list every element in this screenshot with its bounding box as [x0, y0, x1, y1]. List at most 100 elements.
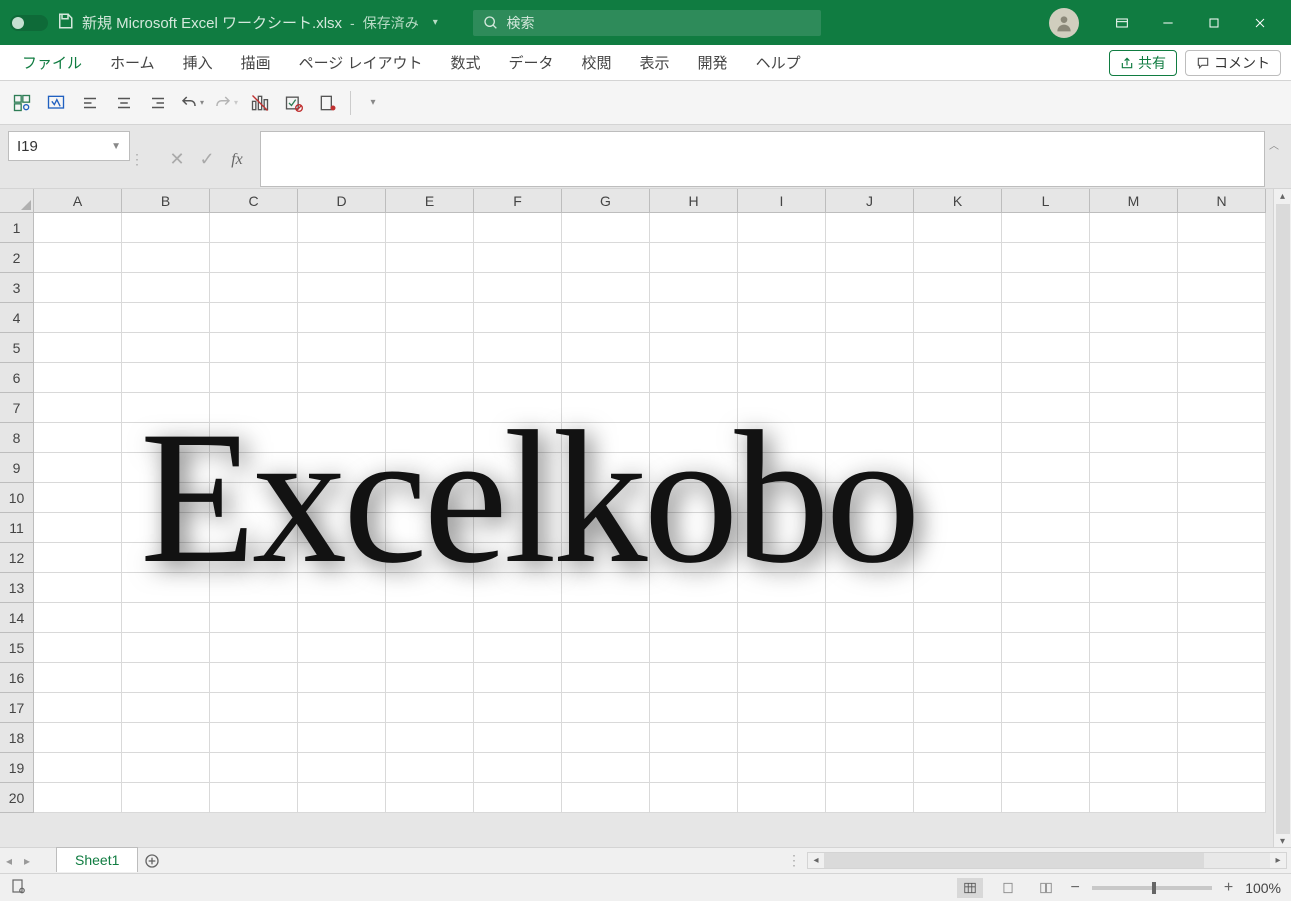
cell[interactable] [386, 363, 474, 393]
cell[interactable] [1178, 303, 1266, 333]
cell[interactable] [386, 573, 474, 603]
cell[interactable] [474, 213, 562, 243]
add-sheet-button[interactable] [138, 848, 166, 873]
vertical-scrollbar[interactable]: ▴ ▾ [1273, 189, 1291, 847]
cell[interactable] [1178, 333, 1266, 363]
cell[interactable] [34, 273, 122, 303]
cell[interactable] [474, 243, 562, 273]
cell[interactable] [1002, 213, 1090, 243]
cell[interactable] [826, 513, 914, 543]
cell[interactable] [562, 243, 650, 273]
cell[interactable] [1002, 513, 1090, 543]
row-header[interactable]: 13 [0, 573, 34, 603]
cell[interactable] [34, 753, 122, 783]
cell[interactable] [914, 273, 1002, 303]
cell[interactable] [122, 333, 210, 363]
cell[interactable] [826, 603, 914, 633]
cell[interactable] [298, 513, 386, 543]
cell[interactable] [474, 423, 562, 453]
cell[interactable] [210, 303, 298, 333]
cell[interactable] [210, 693, 298, 723]
cell[interactable] [826, 453, 914, 483]
cell[interactable] [298, 213, 386, 243]
cell[interactable] [1090, 543, 1178, 573]
cell[interactable] [210, 753, 298, 783]
name-box-more-icon[interactable]: ⋮ [130, 151, 144, 168]
cell[interactable] [562, 423, 650, 453]
pagelayout-view-button[interactable] [995, 878, 1021, 898]
cell[interactable] [1090, 333, 1178, 363]
cell[interactable] [650, 753, 738, 783]
cell[interactable] [386, 783, 474, 813]
cell[interactable] [562, 393, 650, 423]
scroll-down-icon[interactable]: ▾ [1280, 836, 1285, 847]
qat-check-icon[interactable] [282, 91, 306, 115]
cell[interactable] [210, 393, 298, 423]
cell[interactable] [34, 483, 122, 513]
redo-button[interactable] [214, 91, 238, 115]
zoom-slider[interactable] [1092, 886, 1212, 890]
cell[interactable] [386, 273, 474, 303]
cell[interactable] [298, 723, 386, 753]
cell[interactable] [386, 423, 474, 453]
cell[interactable] [298, 303, 386, 333]
undo-button[interactable] [180, 91, 204, 115]
cell[interactable] [210, 723, 298, 753]
row-header[interactable]: 20 [0, 783, 34, 813]
row-header[interactable]: 9 [0, 453, 34, 483]
cell[interactable] [34, 213, 122, 243]
cell[interactable] [474, 363, 562, 393]
cell[interactable] [1090, 273, 1178, 303]
column-header[interactable]: K [914, 189, 1002, 213]
tab-formulas[interactable]: 数式 [436, 45, 494, 81]
cell[interactable] [826, 723, 914, 753]
minimize-button[interactable] [1145, 0, 1191, 45]
enter-formula-button[interactable]: ✓ [192, 145, 222, 175]
cell[interactable] [386, 603, 474, 633]
row-header[interactable]: 12 [0, 543, 34, 573]
cell[interactable] [1002, 543, 1090, 573]
cell[interactable] [1090, 783, 1178, 813]
cell[interactable] [738, 723, 826, 753]
cell[interactable] [474, 303, 562, 333]
cell[interactable] [1002, 753, 1090, 783]
ribbon-display-button[interactable] [1099, 0, 1145, 45]
zoom-out-button[interactable]: − [1071, 879, 1080, 897]
cell[interactable] [474, 723, 562, 753]
cell[interactable] [650, 393, 738, 423]
hscroll-grip-icon[interactable]: ⋮ [787, 852, 807, 869]
search-box[interactable]: 検索 [473, 10, 821, 36]
qat-vba-icon[interactable] [44, 91, 68, 115]
cell[interactable] [298, 333, 386, 363]
cell[interactable] [650, 213, 738, 243]
cell[interactable] [122, 543, 210, 573]
scroll-left-icon[interactable]: ◂ [808, 855, 824, 866]
cell[interactable] [738, 363, 826, 393]
cell[interactable] [474, 783, 562, 813]
cell[interactable] [826, 783, 914, 813]
cell[interactable] [1090, 393, 1178, 423]
cell[interactable] [298, 663, 386, 693]
cell[interactable] [826, 243, 914, 273]
tab-help[interactable]: ヘルプ [742, 45, 815, 81]
cell[interactable] [1178, 543, 1266, 573]
column-header[interactable]: I [738, 189, 826, 213]
cell[interactable] [1178, 393, 1266, 423]
tab-pagelayout[interactable]: ページ レイアウト [285, 45, 437, 81]
cell[interactable] [474, 513, 562, 543]
cell[interactable] [298, 633, 386, 663]
cell[interactable] [738, 693, 826, 723]
tab-review[interactable]: 校閲 [568, 45, 626, 81]
cell[interactable] [650, 633, 738, 663]
cell[interactable] [562, 753, 650, 783]
cell[interactable] [562, 213, 650, 243]
cell[interactable] [914, 213, 1002, 243]
cell[interactable] [650, 423, 738, 453]
cell[interactable] [1002, 693, 1090, 723]
cell[interactable] [122, 393, 210, 423]
cell[interactable] [298, 363, 386, 393]
cell[interactable] [650, 303, 738, 333]
row-header[interactable]: 4 [0, 303, 34, 333]
cell[interactable] [1090, 603, 1178, 633]
cell[interactable] [650, 693, 738, 723]
